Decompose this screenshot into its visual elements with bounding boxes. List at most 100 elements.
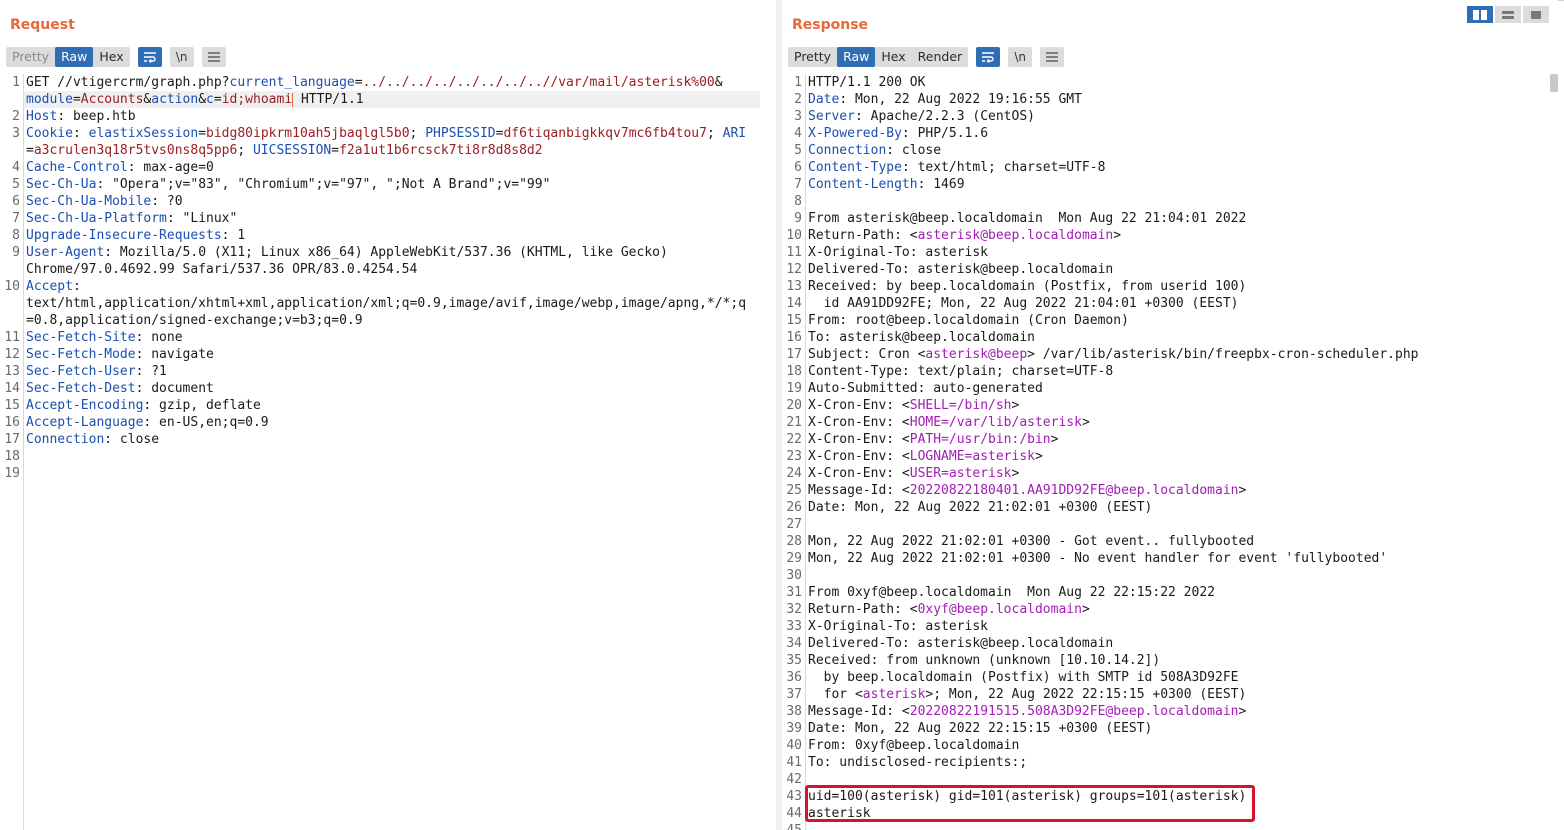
token: X-Powered-By <box>808 126 902 141</box>
line-text: To: undisclosed-recipients:; <box>808 754 1027 771</box>
line-number: 5 <box>12 177 20 192</box>
token: & <box>198 92 207 107</box>
line-number: 17 <box>786 347 802 362</box>
tab-raw[interactable]: Raw <box>837 47 876 67</box>
token: = <box>213 92 222 107</box>
line-number: 16 <box>786 330 802 345</box>
tab-raw[interactable]: Raw <box>55 47 94 67</box>
token: action <box>151 92 199 107</box>
line-text: Sec-Fetch-Site: none <box>26 329 183 346</box>
token: Return-Path: < <box>808 228 918 243</box>
line-number: 1 <box>794 75 802 90</box>
horizontal-view-icon[interactable] <box>1495 6 1521 23</box>
token: : beep.htb <box>57 109 136 124</box>
line-number: 19 <box>786 381 802 396</box>
line-text: To: asterisk@beep.localdomain <box>808 329 1035 346</box>
line-number: 1 <box>12 75 20 90</box>
line-number: 39 <box>786 721 802 736</box>
token: = <box>198 126 207 141</box>
line-number: 24 <box>786 466 802 481</box>
token: X-Cron-Env: < <box>808 432 910 447</box>
line-number: 32 <box>786 602 802 617</box>
line-number: 2 <box>12 109 20 124</box>
newline-icon[interactable]: \n <box>1008 47 1033 67</box>
token: : PHP/5.1.6 <box>901 126 989 141</box>
line-number: 11 <box>4 330 20 345</box>
token: for < <box>808 687 863 702</box>
single-view-icon[interactable] <box>1523 6 1549 23</box>
token: Received: by beep.localdomain (Postfix, … <box>808 279 1247 294</box>
line-text: Accept-Language: en-US,en;q=0.9 <box>26 414 269 431</box>
token: GET //vtigercrm/graph.php? <box>26 75 230 90</box>
menu-icon[interactable] <box>201 47 226 67</box>
wrap-icon[interactable] <box>976 47 1001 67</box>
split-view-icon[interactable] <box>1467 6 1493 23</box>
line-number: 12 <box>786 262 802 277</box>
line-text: id AA91DD92FE; Mon, 22 Aug 2022 21:04:01… <box>808 295 1239 312</box>
line-text: Content-Length: 1469 <box>808 176 965 193</box>
token: Sec-Ch-Ua <box>26 177 97 192</box>
line-number: 40 <box>786 738 802 753</box>
tab-render[interactable]: Render <box>912 47 969 67</box>
token: Sec-Fetch-User <box>26 364 136 379</box>
token: SHELL=/bin/sh <box>909 398 1012 413</box>
token: : ?0 <box>151 194 183 209</box>
response-scrollbar[interactable] <box>1550 74 1558 92</box>
token: : none <box>135 330 183 345</box>
token: elastixSession <box>88 126 199 141</box>
tab-pretty[interactable]: Pretty <box>6 47 55 67</box>
tab-hex[interactable]: Hex <box>875 47 911 67</box>
line-text: X-Cron-Env: <HOME=/var/lib/asterisk> <box>808 414 1090 431</box>
token: UICSESSION <box>252 143 332 158</box>
token: Date: Mon, 22 Aug 2022 22:15:15 +0300 (E… <box>808 721 1153 736</box>
token: Sec-Ch-Ua-Mobile <box>26 194 152 209</box>
token: Auto-Submitted: auto-generated <box>808 381 1043 396</box>
response-editor[interactable]: 1 HTTP/1.1 200 OK 2 Date: Mon, 22 Aug 2022 … <box>782 74 1550 830</box>
line-text: Sec-Ch-Ua: "Opera";v="83", "Chromium";v=… <box>26 176 550 193</box>
token: Date: Mon, 22 Aug 2022 21:02:01 +0300 (E… <box>808 500 1153 515</box>
line-number: 10 <box>4 279 20 294</box>
line-text: Accept-Encoding: gzip, deflate <box>26 397 261 414</box>
line-text: Mon, 22 Aug 2022 21:02:01 +0300 - Got ev… <box>808 533 1254 550</box>
line-text: Sec-Ch-Ua-Platform: "Linux" <box>26 210 237 227</box>
line-number: 31 <box>786 585 802 600</box>
token: Content-Type: text/plain; charset=UTF-8 <box>808 364 1114 379</box>
token: Chrome/97.0.4692.99 Safari/537.36 OPR/83… <box>26 262 418 277</box>
line-text: =a3crulen3q18r5tvs0ns8q5pp6; UICSESSION=… <box>26 142 543 159</box>
line-text: Sec-Fetch-Dest: document <box>26 380 214 397</box>
line-number: 30 <box>786 568 802 583</box>
line-number: 8 <box>12 228 20 243</box>
line-text: Server: Apache/2.2.3 (CentOS) <box>808 108 1035 125</box>
token: LOGNAME=asterisk <box>909 449 1035 464</box>
line-text: Subject: Cron <asterisk@beep> /var/lib/a… <box>808 346 1419 363</box>
line-text: User-Agent: Mozilla/5.0 (X11; Linux x86_… <box>26 244 668 261</box>
line-text: by beep.localdomain (Postfix) with SMTP … <box>808 669 1239 686</box>
token: module <box>26 92 73 107</box>
request-editor[interactable]: 1 GET //vtigercrm/graph.php?current_langu… <box>0 74 768 830</box>
token: f2a1ut1b6rcsck7ti8r8d8s8d2 <box>339 143 543 158</box>
wrap-icon[interactable] <box>137 47 162 67</box>
line-text: X-Cron-Env: <LOGNAME=asterisk> <box>808 448 1043 465</box>
token: Cookie <box>26 126 73 141</box>
token: User-Agent <box>26 245 105 260</box>
line-text: X-Powered-By: PHP/5.1.6 <box>808 125 988 142</box>
line-number: 25 <box>786 483 802 498</box>
token: = <box>26 143 34 158</box>
line-number: 9 <box>12 245 20 260</box>
token: Connection <box>808 143 887 158</box>
token: ARI <box>722 126 747 141</box>
newline-icon[interactable]: \n <box>169 47 194 67</box>
token: Sec-Fetch-Site <box>26 330 136 345</box>
tab-pretty[interactable]: Pretty <box>788 47 837 67</box>
line-text: Sec-Ch-Ua-Mobile: ?0 <box>26 193 183 210</box>
token: : gzip, deflate <box>143 398 261 413</box>
token: asterisk <box>862 687 926 702</box>
line-number: 17 <box>4 432 20 447</box>
line-text: Delivered-To: asterisk@beep.localdomain <box>808 261 1113 278</box>
line-text: Mon, 22 Aug 2022 21:02:01 +0300 - No eve… <box>808 550 1387 567</box>
token: From 0xyf@beep.localdomain Mon Aug 22 22… <box>808 585 1215 600</box>
tab-hex[interactable]: Hex <box>93 47 129 67</box>
token: X-Cron-Env: < <box>808 398 910 413</box>
token: Message-Id: < <box>808 483 910 498</box>
menu-icon[interactable] <box>1040 47 1065 67</box>
